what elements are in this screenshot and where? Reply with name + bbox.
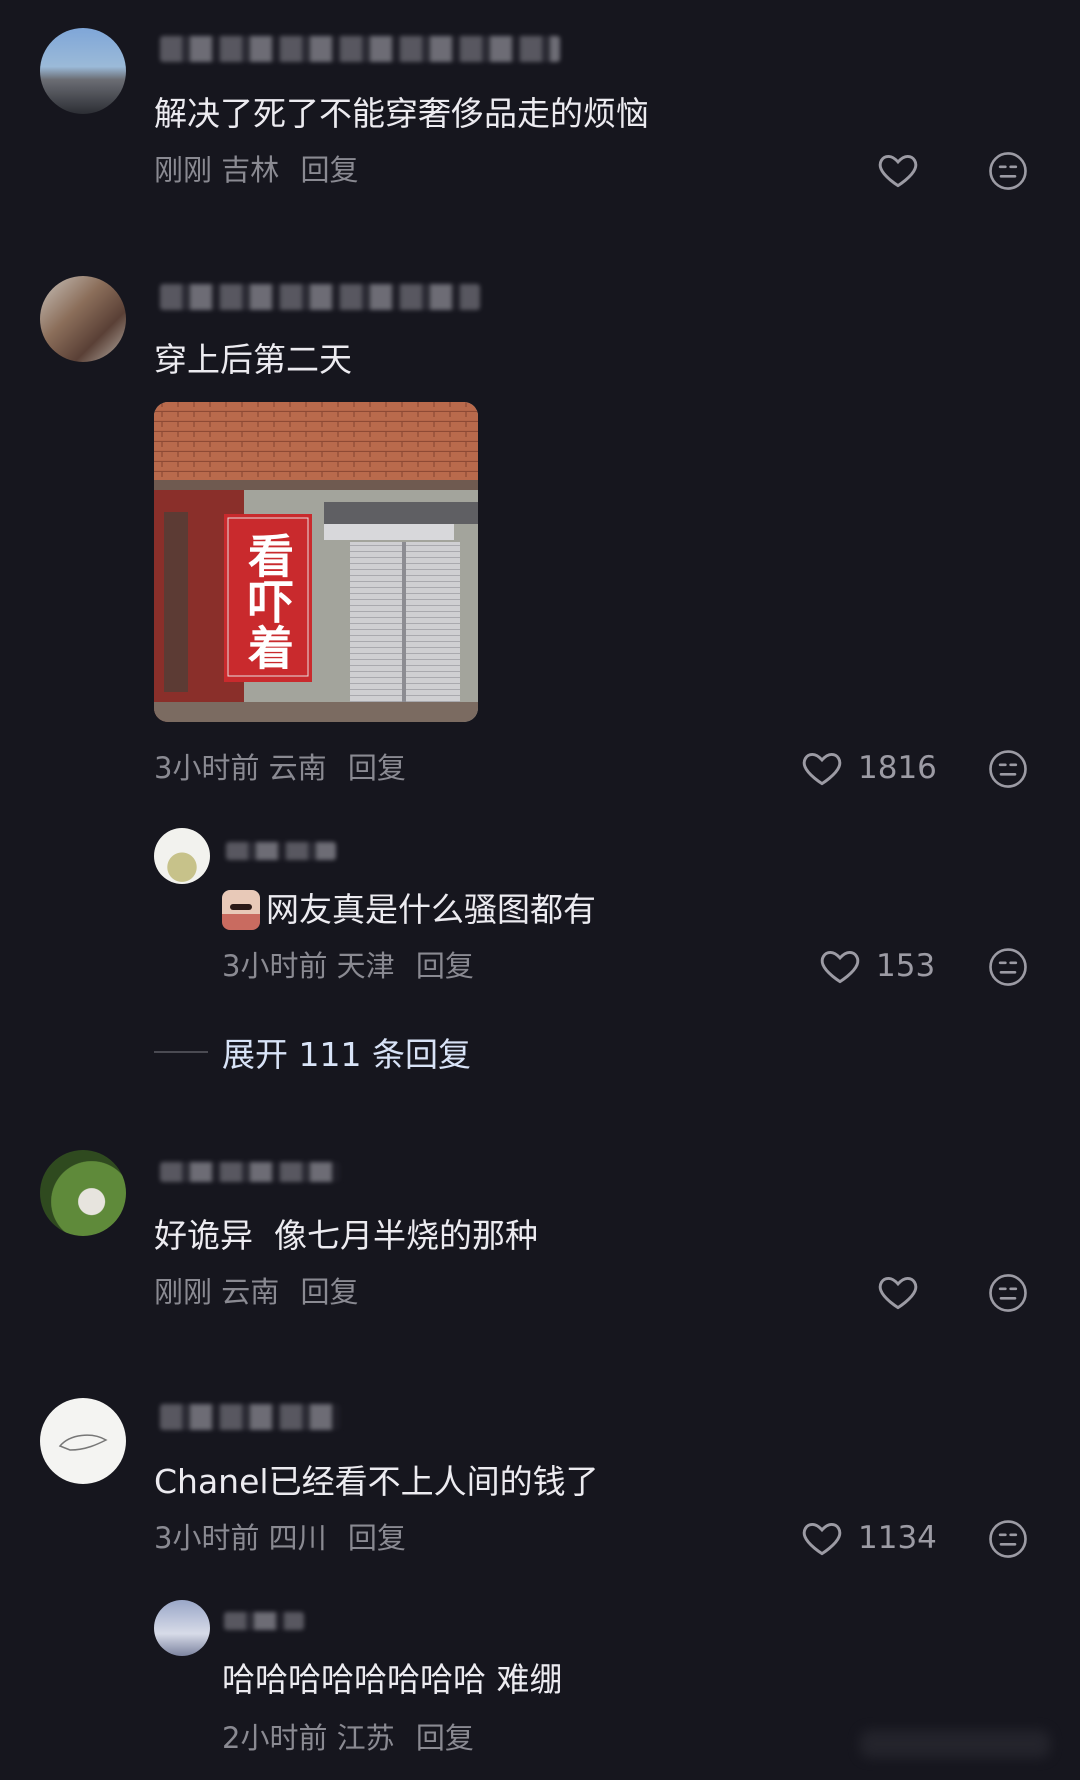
like-button[interactable]: 153: [818, 944, 935, 988]
comment-image[interactable]: 看吓着: [154, 402, 478, 722]
heart-outline-icon: [802, 1522, 842, 1556]
username[interactable]: [226, 842, 336, 860]
like-count: 153: [876, 948, 936, 984]
sticker-emoji-icon: [222, 890, 260, 930]
reply-time: 2小时前: [222, 1721, 328, 1755]
like-count: 1816: [858, 750, 937, 786]
neutral-face-icon[interactable]: [987, 946, 1029, 988]
comment-time: 3小时前: [154, 751, 260, 785]
heart-outline-icon: [820, 950, 860, 984]
comment-meta: 3小时前 四川 回复: [154, 1518, 406, 1558]
reply-text: 哈哈哈哈哈哈哈哈 难绷: [222, 1660, 563, 1699]
comment-location: 吉林: [221, 153, 280, 187]
image-sign-text: 看吓着: [241, 532, 295, 670]
avatar[interactable]: [154, 828, 210, 884]
reply-link[interactable]: 回复: [300, 153, 358, 187]
like-button[interactable]: 1134: [800, 1516, 937, 1560]
comment-meta: 刚刚 云南 回复: [154, 1272, 358, 1312]
comment-time: 刚刚: [154, 153, 213, 187]
avatar[interactable]: [40, 1150, 126, 1236]
comment-location: 云南: [268, 751, 327, 785]
heart-outline-icon: [878, 154, 918, 188]
comment-location: 云南: [221, 1275, 280, 1309]
comment-time: 3小时前: [154, 1521, 260, 1555]
reply-link[interactable]: 回复: [300, 1275, 358, 1309]
reply-time: 3小时前: [222, 949, 328, 983]
comment-meta: 3小时前 云南 回复: [154, 748, 406, 788]
neutral-face-icon[interactable]: [987, 748, 1029, 790]
avatar[interactable]: [40, 1398, 126, 1484]
like-button[interactable]: [876, 148, 920, 192]
reply-location: 天津: [336, 949, 395, 983]
photo-storefront: 看吓着: [154, 402, 478, 722]
neutral-face-icon[interactable]: [987, 150, 1029, 192]
watermark: [860, 1730, 1050, 1758]
like-count: 1134: [858, 1520, 937, 1556]
avatar[interactable]: [40, 276, 126, 362]
reply-link[interactable]: 回复: [416, 1721, 474, 1755]
divider: [154, 1051, 208, 1053]
heart-outline-icon: [878, 1276, 918, 1310]
comment-text: 解决了死了不能穿奢侈品走的烦恼: [154, 94, 649, 133]
reply-link[interactable]: 回复: [416, 949, 474, 983]
bird-sketch-icon: [58, 1434, 108, 1451]
reply-text: 网友真是什么骚图都有: [222, 888, 596, 932]
heart-outline-icon: [802, 752, 842, 786]
username[interactable]: [160, 36, 560, 62]
like-button[interactable]: 1816: [800, 746, 937, 790]
reply-link[interactable]: 回复: [348, 1521, 406, 1555]
avatar[interactable]: [154, 1600, 210, 1656]
username[interactable]: [160, 1162, 340, 1182]
username[interactable]: [224, 1612, 304, 1630]
avatar[interactable]: [40, 28, 126, 114]
expand-replies-button[interactable]: 展开 111 条回复: [154, 1030, 471, 1074]
username[interactable]: [160, 1404, 340, 1430]
like-button[interactable]: [876, 1270, 920, 1314]
comment-text: 穿上后第二天: [154, 340, 352, 379]
comment-text: Chanel已经看不上人间的钱了: [154, 1462, 599, 1501]
reply-meta: 2小时前 江苏 回复: [222, 1718, 474, 1758]
reply-location: 江苏: [336, 1721, 395, 1755]
reply-meta: 3小时前 天津 回复: [222, 946, 474, 986]
username[interactable]: [160, 284, 480, 310]
comment-time: 刚刚: [154, 1275, 213, 1309]
reply-link[interactable]: 回复: [348, 751, 406, 785]
comment-meta: 刚刚 吉林 回复: [154, 150, 358, 190]
comment-text: 好诡异 像七月半烧的那种: [154, 1216, 538, 1255]
comment-location: 四川: [268, 1521, 327, 1555]
neutral-face-icon[interactable]: [987, 1272, 1029, 1314]
neutral-face-icon[interactable]: [987, 1518, 1029, 1560]
